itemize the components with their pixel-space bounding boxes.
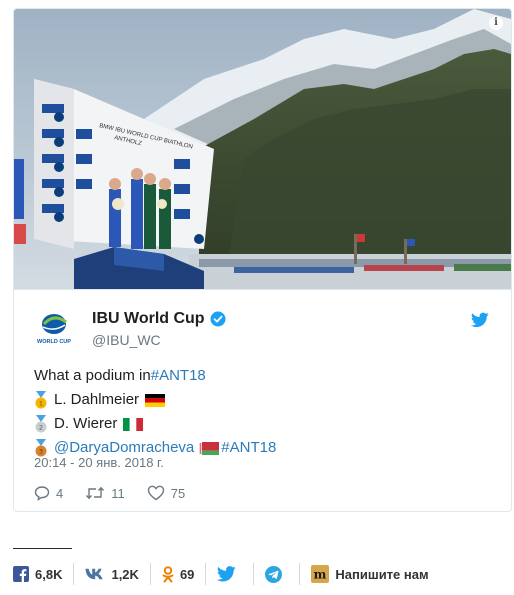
podium-name-1: L. Dahlmeier bbox=[54, 391, 140, 408]
podium-line-1: 1 L. Dahlmeier bbox=[34, 388, 276, 412]
twitter-bird-icon[interactable] bbox=[471, 312, 489, 328]
retweet-count: 11 bbox=[111, 485, 125, 501]
reply-count: 4 bbox=[56, 485, 64, 501]
vk-icon bbox=[85, 568, 104, 580]
twitter-bird-icon bbox=[217, 566, 237, 582]
tweet-line-intro: What a podium in #ANT18 bbox=[34, 364, 276, 388]
retweet-icon bbox=[86, 486, 105, 500]
facebook-share-button[interactable]: 6,8K bbox=[13, 563, 75, 585]
germany-flag-icon bbox=[145, 393, 166, 407]
logo-text: WORLD CUP bbox=[37, 339, 71, 345]
medal-number: 1 bbox=[39, 400, 43, 408]
odnoklassniki-icon bbox=[162, 565, 174, 582]
retweet-button[interactable]: 11 bbox=[85, 485, 125, 501]
facebook-count: 6,8K bbox=[35, 566, 63, 582]
vk-share-button[interactable]: 1,2K bbox=[74, 563, 151, 585]
reply-icon bbox=[34, 486, 50, 501]
vk-count: 1,2K bbox=[111, 566, 139, 582]
author-handle[interactable]: @IBU_WC bbox=[92, 332, 161, 348]
write-to-us-button[interactable]: m Напишите нам bbox=[300, 563, 439, 585]
tweet-timestamp[interactable]: 20:14 - 20 янв. 2018 г. bbox=[34, 455, 164, 470]
reply-button[interactable]: 4 bbox=[34, 485, 63, 501]
tweet-photo[interactable]: BMW IBU WORLD CUP BIATHLON ANTHOLZ i bbox=[14, 9, 511, 289]
podium-name-2: D. Wierer bbox=[54, 415, 118, 432]
like-count: 75 bbox=[170, 485, 186, 501]
like-button[interactable]: 75 bbox=[147, 485, 185, 501]
tweet-body: WORLD CUP IBU World Cup @IBU_WC What a p… bbox=[14, 289, 511, 511]
share-bar: 6,8K 1,2K 69 m Напишите нам bbox=[13, 563, 440, 585]
belarus-flag-icon bbox=[199, 441, 220, 455]
facebook-icon bbox=[13, 566, 29, 582]
info-icon[interactable]: i bbox=[489, 16, 503, 30]
second-place-medal-icon: 2 bbox=[35, 415, 47, 433]
heart-icon bbox=[147, 485, 164, 501]
odnoklassniki-share-button[interactable]: 69 bbox=[151, 563, 207, 585]
verified-icon bbox=[210, 311, 226, 327]
write-to-us-label: Напишите нам bbox=[335, 566, 429, 582]
share-divider bbox=[13, 548, 72, 549]
svg-text:m: m bbox=[314, 568, 327, 582]
podium-photo: BMW IBU WORLD CUP BIATHLON ANTHOLZ bbox=[14, 9, 511, 289]
telegram-icon bbox=[265, 565, 283, 583]
hashtag-link[interactable]: #ANT18 bbox=[151, 364, 206, 388]
tweet-card[interactable]: BMW IBU WORLD CUP BIATHLON ANTHOLZ i WOR… bbox=[13, 8, 512, 512]
tweet-text: What a podium in #ANT18 1 L. Dahlmeier 2… bbox=[34, 364, 276, 460]
author-name-text[interactable]: IBU World Cup bbox=[92, 310, 205, 328]
first-place-medal-icon: 1 bbox=[35, 391, 47, 409]
tweet-actions: 4 11 75 bbox=[34, 485, 207, 501]
medal-number: 2 bbox=[39, 424, 43, 432]
hashtag-link[interactable]: #ANT18 bbox=[221, 436, 276, 460]
odnoklassniki-count: 69 bbox=[179, 566, 195, 582]
italy-flag-icon bbox=[123, 417, 144, 431]
author-name[interactable]: IBU World Cup bbox=[92, 310, 226, 328]
intro-text: What a podium in bbox=[34, 367, 151, 384]
telegram-share-button[interactable] bbox=[254, 563, 301, 585]
twitter-share-button[interactable] bbox=[206, 563, 255, 585]
podium-line-2: 2 D. Wierer bbox=[34, 412, 276, 436]
ibu-world-cup-logo[interactable]: WORLD CUP bbox=[34, 308, 74, 348]
meduza-m-icon: m bbox=[311, 565, 330, 583]
